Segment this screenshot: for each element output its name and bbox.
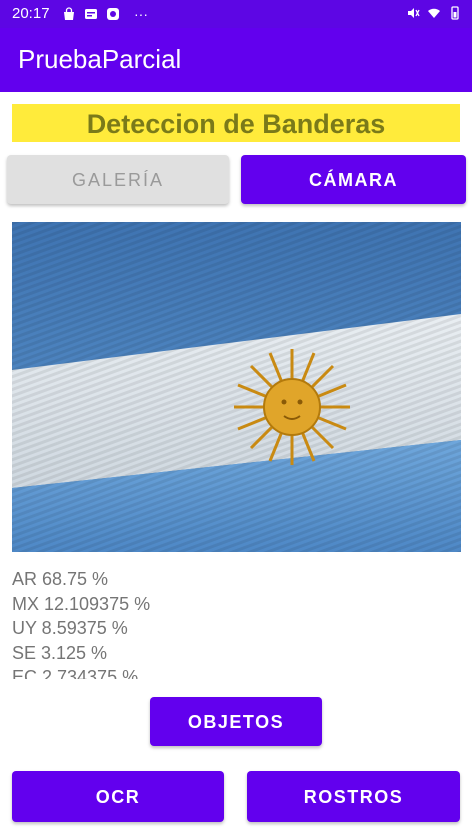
news-icon [85, 9, 97, 19]
detection-title-banner: Deteccion de Banderas [12, 104, 460, 142]
objects-button[interactable]: OBJETOS [150, 697, 322, 746]
status-right-icons [406, 6, 462, 20]
status-time: 20:17 [12, 5, 50, 22]
ocr-button[interactable]: OCR [12, 771, 224, 822]
sun-of-may-icon [234, 349, 350, 465]
camera-button[interactable]: CÁMARA [241, 155, 466, 204]
shopping-bag-icon [64, 7, 74, 20]
app-bar: PruebaParcial [0, 28, 472, 92]
flag-image [12, 222, 461, 552]
gallery-button[interactable]: GALERÍA [7, 155, 229, 204]
results-list[interactable]: AR 68.75 % MX 12.109375 % UY 8.59375 % S… [12, 567, 461, 679]
status-bar: 20:17 ··· [0, 0, 472, 28]
battery-icon [451, 6, 459, 20]
faces-button[interactable]: ROSTROS [247, 771, 460, 822]
result-item: SE 3.125 % [12, 642, 108, 663]
more-dots-icon: ··· [134, 6, 148, 22]
result-item: AR 68.75 % [12, 569, 109, 589]
app-title: PruebaParcial [18, 44, 182, 74]
wifi-icon [428, 8, 440, 18]
result-item: MX 12.109375 % [12, 593, 151, 614]
mute-icon [408, 8, 420, 18]
result-item: UY 8.59375 % [12, 618, 128, 638]
status-left-icons: ··· [62, 6, 148, 22]
result-item: EC 2.734375 % [12, 667, 139, 679]
app-icon [107, 8, 119, 20]
